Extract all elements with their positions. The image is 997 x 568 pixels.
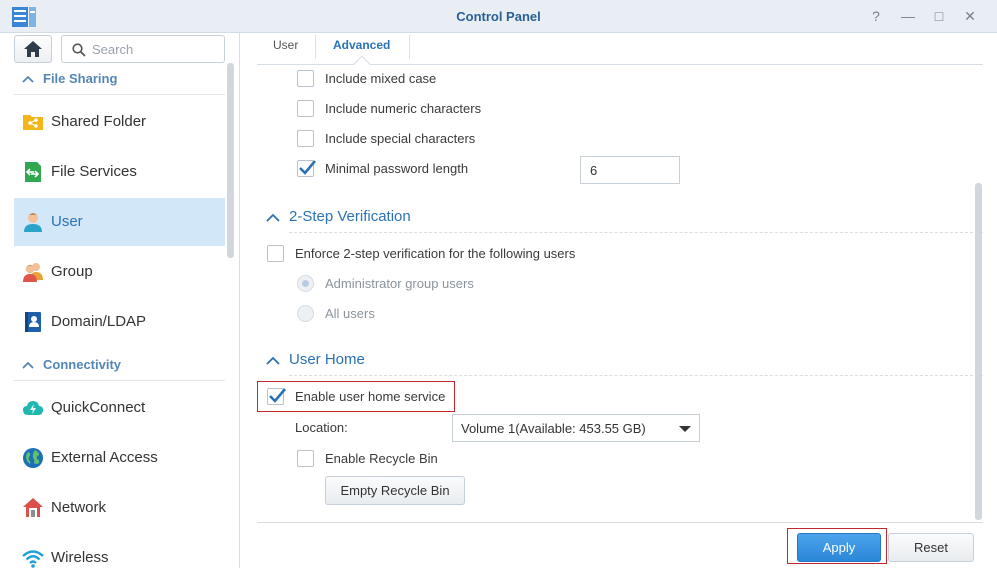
sidebar-item-domain-ldap[interactable]: Domain/LDAP — [14, 298, 225, 346]
numeric-checkbox[interactable] — [297, 100, 314, 117]
two-step-section-header[interactable]: 2-Step Verification — [257, 203, 983, 233]
sidebar-item-label: User — [51, 213, 83, 230]
tab-divider — [315, 35, 316, 59]
user-icon — [24, 213, 42, 232]
search-icon — [72, 43, 86, 57]
domain-ldap-icon — [25, 312, 41, 332]
sidebar-item-user[interactable]: User — [14, 198, 225, 246]
location-value: Volume 1(Available: 453.55 GB) — [461, 421, 646, 436]
user-home-section-header[interactable]: User Home — [257, 346, 983, 376]
enforce-2step-checkbox[interactable] — [267, 245, 284, 262]
home-button[interactable] — [14, 35, 52, 63]
search-box[interactable] — [61, 35, 225, 63]
title-bar: Control Panel ? — □ ✕ — [0, 0, 997, 33]
caret-down-icon — [679, 426, 691, 432]
minimize-button[interactable]: — — [897, 6, 919, 26]
close-button[interactable]: ✕ — [959, 6, 981, 26]
sidebar-item-label: Group — [51, 263, 93, 280]
sidebar-item-label: File Services — [51, 163, 137, 180]
sidebar-item-label: Wireless — [51, 549, 109, 566]
mixed-case-label: Include mixed case — [325, 71, 437, 86]
all-users-label: All users — [325, 306, 375, 321]
chevron-up-icon — [22, 75, 34, 83]
sidebar-item-external-access[interactable]: External Access — [14, 434, 225, 482]
min-length-label: Minimal password length — [325, 161, 469, 176]
special-chars-label: Include special characters — [325, 131, 476, 146]
section-connectivity[interactable]: Connectivity — [14, 351, 225, 381]
chevron-up-icon — [22, 361, 34, 369]
sidebar-item-wireless[interactable]: Wireless — [14, 534, 225, 568]
empty-recycle-bin-button[interactable]: Empty Recycle Bin — [325, 476, 465, 505]
globe-icon — [23, 448, 43, 468]
chevron-up-icon — [266, 356, 280, 365]
admin-group-radio[interactable] — [297, 275, 314, 292]
section-divider — [289, 232, 983, 233]
tab-user[interactable]: User — [273, 33, 298, 65]
sidebar-item-quickconnect[interactable]: QuickConnect — [14, 384, 225, 432]
sidebar-item-label: Shared Folder — [51, 113, 147, 130]
location-select[interactable]: Volume 1(Available: 453.55 GB) — [452, 414, 700, 442]
min-length-checkbox[interactable] — [297, 160, 316, 177]
help-button[interactable]: ? — [865, 6, 887, 26]
enable-user-home-checkbox[interactable] — [267, 388, 286, 405]
sidebar: File Sharing Shared Folder File Services… — [0, 33, 240, 568]
special-chars-checkbox[interactable] — [297, 130, 314, 147]
numeric-label: Include numeric characters — [325, 101, 482, 116]
reset-button[interactable]: Reset — [888, 533, 974, 562]
wireless-icon — [22, 550, 44, 568]
search-input[interactable] — [92, 40, 217, 59]
shared-folder-icon — [23, 115, 43, 130]
section-divider — [289, 375, 983, 376]
settings-content: Include mixed case Include numeric chara… — [257, 65, 983, 522]
user-home-title: User Home — [289, 351, 365, 368]
quickconnect-icon — [23, 401, 43, 415]
recycle-bin-label: Enable Recycle Bin — [325, 451, 438, 466]
home-icon — [24, 41, 42, 57]
section-label: File Sharing — [43, 71, 118, 86]
sidebar-item-label: External Access — [51, 449, 158, 466]
enforce-2step-label: Enforce 2-step verification for the foll… — [295, 246, 576, 261]
section-file-sharing[interactable]: File Sharing — [14, 65, 225, 95]
mixed-case-checkbox[interactable] — [297, 70, 314, 87]
recycle-bin-checkbox[interactable] — [297, 450, 314, 467]
group-icon — [23, 263, 43, 282]
file-services-icon — [25, 162, 41, 182]
network-icon — [23, 498, 43, 517]
sidebar-scrollbar-thumb[interactable] — [227, 63, 234, 258]
admin-group-label: Administrator group users — [325, 276, 474, 291]
sidebar-item-label: Network — [51, 499, 107, 516]
footer-bar: Apply Reset — [257, 522, 983, 568]
sidebar-item-label: Domain/LDAP — [51, 313, 147, 330]
min-length-input[interactable] — [580, 156, 680, 184]
all-users-radio[interactable] — [297, 305, 314, 322]
content-scrollbar[interactable] — [975, 183, 982, 520]
window-title: Control Panel — [456, 9, 541, 24]
apply-button[interactable]: Apply — [797, 533, 881, 562]
checkmark-icon — [299, 160, 316, 175]
checkmark-icon — [269, 388, 286, 403]
sidebar-item-shared-folder[interactable]: Shared Folder — [14, 98, 225, 146]
sidebar-item-group[interactable]: Group — [14, 248, 225, 296]
sidebar-item-network[interactable]: Network — [14, 484, 225, 532]
section-label: Connectivity — [43, 357, 122, 372]
chevron-up-icon — [266, 213, 280, 222]
two-step-title: 2-Step Verification — [289, 208, 411, 225]
tab-divider — [409, 35, 410, 59]
sidebar-item-file-services[interactable]: File Services — [14, 148, 225, 196]
location-label: Location: — [295, 420, 348, 435]
enable-user-home-label: Enable user home service — [295, 389, 446, 404]
tab-bar: User Advanced — [257, 33, 983, 73]
maximize-button[interactable]: □ — [928, 6, 950, 26]
sidebar-item-label: QuickConnect — [51, 399, 146, 416]
